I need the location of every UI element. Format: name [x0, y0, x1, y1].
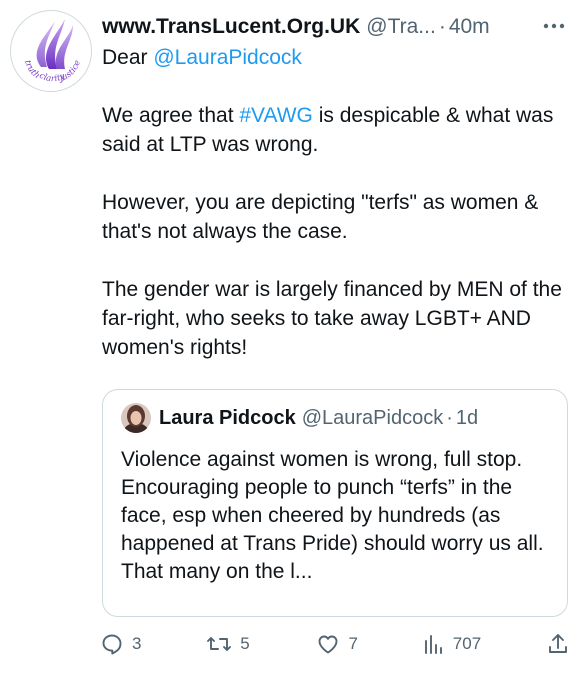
- more-icon[interactable]: [539, 14, 569, 38]
- reply-icon: [100, 632, 124, 656]
- reply-button[interactable]: 3: [100, 632, 141, 656]
- quoted-tweet-timestamp[interactable]: 1d: [456, 407, 478, 430]
- paragraph-3: The gender war is largely financed by ME…: [102, 278, 562, 359]
- quoted-tweet[interactable]: Laura Pidcock @LauraPidcock · 1d Violenc…: [102, 389, 568, 617]
- quoted-author-handle[interactable]: @LauraPidcock: [302, 407, 443, 430]
- views-count: 707: [452, 634, 482, 653]
- quoted-tweet-text: Violence against women is wrong, full st…: [121, 448, 544, 583]
- retweet-count: 5: [240, 634, 250, 653]
- author-avatar[interactable]: truth clarity justice: [10, 10, 92, 92]
- action-bar: 3 5 7 707: [100, 626, 570, 662]
- quoted-separator-dot: ·: [446, 406, 453, 429]
- quoted-author-display-name[interactable]: Laura Pidcock: [159, 407, 296, 430]
- share-icon: [546, 632, 570, 656]
- mention-link[interactable]: @LauraPidcock: [153, 46, 302, 69]
- quoted-author-avatar[interactable]: [121, 403, 151, 433]
- translucent-logo: truth clarity justice: [22, 19, 83, 85]
- tweet-header: www.TransLucent.Org.UK @Tra... · 40m: [102, 10, 577, 44]
- views-icon: [423, 632, 445, 656]
- greeting-line: Dear @LauraPidcock: [102, 43, 580, 72]
- separator-dot: ·: [438, 15, 446, 38]
- like-button[interactable]: 7: [315, 632, 358, 656]
- like-icon: [315, 632, 341, 656]
- paragraph-2: However, you are depicting "terfs" as wo…: [102, 191, 539, 243]
- reply-count: 3: [132, 634, 142, 653]
- hashtag-link[interactable]: #VAWG: [239, 104, 313, 127]
- author-display-name[interactable]: www.TransLucent.Org.UK: [102, 15, 360, 39]
- greeting-text: Dear: [102, 46, 154, 69]
- views-button[interactable]: 707: [423, 632, 481, 656]
- retweet-button[interactable]: 5: [206, 632, 250, 656]
- retweet-icon: [206, 632, 232, 656]
- paragraph-1: We agree that #VAWG is despicable & what…: [102, 101, 580, 159]
- paragraph-1-text-a: We agree that: [102, 104, 240, 127]
- share-button[interactable]: [546, 632, 570, 656]
- quoted-tweet-header: Laura Pidcock @LauraPidcock · 1d: [121, 403, 553, 433]
- tweet-timestamp[interactable]: 40m: [449, 15, 490, 39]
- tweet[interactable]: truth clarity justice www.TransLucent.Or…: [0, 0, 587, 680]
- like-count: 7: [348, 634, 358, 653]
- tweet-body: Dear @LauraPidcock We agree that #VAWG i…: [102, 43, 580, 362]
- author-handle[interactable]: @Tra...: [366, 15, 436, 39]
